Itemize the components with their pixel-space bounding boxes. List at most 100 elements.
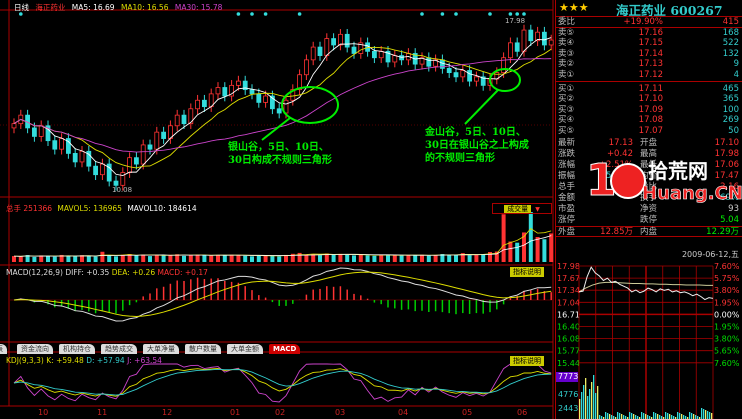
minute-volume-bar [589, 389, 591, 419]
volume-bar [243, 255, 248, 262]
minute-volume-bar [695, 415, 697, 419]
volume-bar [515, 242, 520, 262]
volume-bar [195, 254, 200, 262]
candle-body [473, 76, 479, 82]
minute-volume-bar [621, 414, 623, 419]
minute-volume-bar [707, 411, 709, 419]
volume-bar [420, 254, 424, 262]
candle-body [310, 46, 316, 61]
indicator-tab[interactable]: MACD [269, 344, 301, 354]
x-axis-label: 06 [517, 408, 528, 417]
volume-bar [474, 254, 479, 262]
x-axis-label: 04 [398, 408, 409, 417]
info-label: 开盘 [640, 138, 658, 148]
indicator-tab[interactable]: 大单金额 [227, 344, 263, 354]
indicator-tab[interactable]: 大单净量 [143, 344, 179, 354]
order-price: 17.10 [638, 94, 663, 105]
candle-body [392, 55, 398, 63]
kdj-help-button[interactable]: 指标说明 [510, 356, 544, 366]
order-price: 17.09 [638, 104, 663, 115]
minute-volume-bar [671, 415, 673, 419]
order-price: 17.07 [638, 125, 663, 136]
volume-bar [12, 256, 16, 262]
indicator-tab[interactable]: 趋势成交 [101, 344, 137, 354]
annotation-golden-valley: 金山谷，5日、10日、 30日在银山谷之上构成 的不规则三角形 [425, 126, 529, 165]
minute-volume-bar [711, 413, 713, 419]
candle-body [467, 70, 473, 82]
signal-marker [236, 12, 241, 16]
volume-bar [107, 255, 112, 262]
ma30-value: MA30: 15.78 [174, 3, 223, 12]
minute-pct-label: 3.80% [714, 286, 740, 295]
order-volume: 465 [722, 84, 739, 94]
quote-info-row: 涨停 跌停 5.04 [556, 215, 742, 225]
indicator-tab[interactable]: 散户数量 [185, 344, 221, 354]
volume-bar [216, 255, 220, 262]
buy-order-row: 买③ 17.09 100 [556, 105, 742, 115]
kline-chart-area[interactable]: 日线 海正药业 MA5: 16.69 MA10: 16.56 MA30: 15.… [0, 0, 555, 419]
minute-volume-bar [607, 413, 609, 419]
candle-body [32, 127, 37, 137]
mavol10-value: MAVOL10: 184614 [127, 204, 197, 213]
volume-bar [399, 255, 404, 262]
volume-bar [549, 233, 554, 262]
minute-price-label: 16.71 [557, 310, 580, 319]
minute-volume-bar [645, 414, 647, 419]
candle-body [38, 125, 44, 137]
minute-volume-bar [703, 409, 705, 419]
info-label: 涨幅 [558, 160, 576, 170]
candle-body [256, 93, 262, 103]
volume-bar [100, 251, 105, 262]
volume-header: 总手 251366 MAVOL5: 136965 MAVOL10: 184614 [6, 203, 197, 214]
minute-volume-bar [647, 415, 649, 419]
candle-body [133, 157, 139, 165]
indicator-tab[interactable]: 资金流向 [17, 344, 53, 354]
volume-bar [508, 241, 513, 262]
macd-help-button[interactable]: 指标说明 [510, 267, 544, 277]
mavol5-value: MAVOL5: 136965 [57, 204, 122, 213]
minute-volume-bar [609, 414, 611, 419]
volume-bar [338, 253, 343, 262]
volume-bar [148, 256, 152, 262]
minute-price-label: 15.77 [557, 347, 580, 356]
watermark-cn: 拾荒网 [648, 159, 708, 183]
volume-bar [433, 255, 438, 262]
order-volume: 269 [722, 115, 739, 126]
info-label: 最新 [558, 138, 576, 148]
indicator-tab[interactable]: 机构持仓 [59, 344, 95, 354]
candle-body [100, 163, 105, 176]
minute-volume-bar [597, 386, 599, 419]
candle-body [378, 50, 384, 59]
period-label: 日线 [14, 3, 29, 12]
minute-volume-bar [701, 408, 703, 419]
minute-vol-label: 7773 [558, 372, 578, 381]
volume-indicator-selector[interactable]: 成交量 ▼ [492, 203, 552, 214]
volume-bar [386, 255, 390, 262]
mavol10-line [13, 235, 552, 257]
candle-body [140, 144, 146, 165]
volume-bar [528, 212, 533, 262]
candle-body [548, 39, 554, 46]
minute-volume-bar [629, 412, 631, 419]
minute-volume-bar [691, 413, 693, 419]
annotation-ellipse [281, 86, 339, 124]
buy-order-row: 买④ 17.08 269 [556, 115, 742, 125]
minute-volume-bar [633, 414, 635, 419]
macd-header: MACD(12,26,9) DIFF: +0.35 DEA: +0.26 MAC… [6, 268, 208, 277]
sell-order-row: 卖③ 17.14 132 [556, 49, 742, 59]
candle-body [542, 31, 547, 46]
candle-body [317, 46, 323, 56]
kdj-d-line [13, 368, 552, 396]
order-price: 17.11 [638, 84, 663, 94]
candle-body [201, 99, 207, 108]
mavol5-line [13, 228, 552, 257]
order-volume: 168 [722, 28, 739, 38]
minute-volume-bar [585, 378, 587, 419]
candle-body [161, 131, 167, 139]
minute-volume-bar [665, 412, 667, 419]
candle-body [351, 46, 357, 54]
weibi-label: 委比 [558, 17, 576, 27]
order-level-label: 买③ [558, 104, 575, 115]
info-value: 5.04 [720, 215, 739, 225]
minute-chart[interactable]: 17.98 7.60% 17.67 5.75% 17.34 3.80% 17.04 1.95%… [556, 259, 742, 419]
